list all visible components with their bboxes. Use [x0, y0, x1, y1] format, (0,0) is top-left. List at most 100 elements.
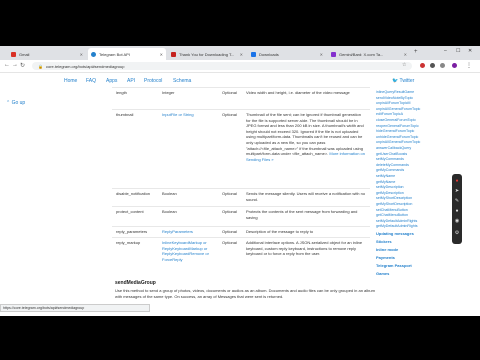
- table-row: disable_notification Boolean Optional Se…: [112, 188, 370, 207]
- sidebar-section-stickers[interactable]: Stickers: [376, 239, 392, 244]
- close-icon[interactable]: ✕: [320, 52, 323, 57]
- url-text: core.telegram.org/bots/api#sendmediagrou…: [45, 63, 125, 69]
- sidebar-item[interactable]: closeGeneralForumTopic: [376, 118, 416, 122]
- pen-icon[interactable]: ✎: [454, 198, 460, 204]
- close-icon[interactable]: ✕: [404, 52, 407, 57]
- sidebar-section-updating-messages[interactable]: Updating messages: [376, 231, 414, 236]
- window-close-button[interactable]: ✕: [468, 48, 472, 54]
- profile-avatar[interactable]: [452, 63, 457, 68]
- tab-label: Gmail: [19, 51, 30, 57]
- address-bar-row: ← → ↻ 🔒 core.telegram.org/bots/api#sendm…: [0, 60, 480, 73]
- param-description: Video width and height, i.e. diameter of…: [246, 90, 350, 95]
- browser-window: Gmail ✕ Telegram Bot API ✕ Thank You for…: [0, 46, 480, 316]
- sidebar-item[interactable]: hideGeneralForumTopic: [376, 129, 414, 133]
- url-bar[interactable]: 🔒 core.telegram.org/bots/api#sendmediagr…: [32, 62, 412, 70]
- new-tab-button[interactable]: +: [414, 49, 418, 55]
- sidebar-section-games[interactable]: Games: [376, 271, 389, 276]
- param-description: Sends the message silently. Users will r…: [246, 191, 366, 202]
- reload-icon[interactable]: ↻: [20, 62, 25, 69]
- close-icon[interactable]: ✕: [240, 52, 243, 57]
- param-required: Optional: [222, 112, 237, 117]
- sidebar-item[interactable]: getMyName: [376, 180, 395, 184]
- back-icon[interactable]: ←: [4, 62, 10, 68]
- minimize-button[interactable]: –: [444, 48, 447, 54]
- nav-schema[interactable]: Schema: [173, 78, 191, 84]
- nav-protocol[interactable]: Protocol: [144, 78, 162, 84]
- param-description: Description of the message to reply to: [246, 229, 314, 234]
- sidebar-item[interactable]: unpinAllGeneralForumTopic: [376, 107, 420, 111]
- camera-icon[interactable]: ◉: [454, 218, 460, 224]
- param-required: Optional: [222, 90, 237, 95]
- tab-label: Telegram Bot API: [99, 51, 130, 57]
- nav-faq[interactable]: FAQ: [86, 78, 96, 84]
- table-row: length Integer Optional Video width and …: [112, 87, 370, 110]
- settings-icon[interactable]: ⚙: [454, 230, 460, 236]
- param-name: length: [116, 90, 127, 95]
- param-description: Protects the contents of the sent messag…: [246, 209, 358, 220]
- sidebar-item[interactable]: getMyShortDescription: [376, 202, 412, 206]
- close-icon[interactable]: ✕: [160, 52, 163, 57]
- table-row: reply_markup InlineKeyboardMarkup or Rep…: [112, 237, 370, 266]
- sidebar-item[interactable]: getMyDefaultAdminRights: [376, 224, 418, 228]
- close-icon[interactable]: ✕: [80, 52, 83, 57]
- sidebar-item[interactable]: getChatMenuButton: [376, 213, 408, 217]
- param-type[interactable]: Integer: [162, 90, 220, 96]
- tab-gmail[interactable]: Gmail ✕: [8, 48, 86, 60]
- sidebar-section-inline-mode[interactable]: Inline mode: [376, 247, 398, 252]
- forward-icon[interactable]: →: [12, 62, 18, 68]
- param-description: Thumbnail of the file sent; can be ignor…: [246, 112, 366, 162]
- param-name: protect_content: [116, 209, 144, 214]
- nav-api[interactable]: API: [127, 78, 135, 84]
- nav-home[interactable]: Home: [64, 78, 77, 84]
- param-name: reply_parameters: [116, 229, 148, 234]
- go-up-link[interactable]: ⌃ Go up: [6, 100, 25, 106]
- twitter-link[interactable]: 🐦 Twitter: [392, 78, 414, 84]
- menu-icon[interactable]: ⋮: [466, 62, 472, 69]
- tab-gemini[interactable]: Gemini/Bard: X.com Ta... ✕: [328, 48, 410, 60]
- tab-thank-you[interactable]: Thank You for Downloading T... ✕: [168, 48, 246, 60]
- sidebar-item[interactable]: setMyShortDescription: [376, 196, 412, 200]
- record-icon[interactable]: ●: [454, 178, 460, 184]
- sidebar-item[interactable]: setChatMenuButton: [376, 208, 408, 212]
- sidebar-item[interactable]: unpinAllGeneralForumTopic: [376, 140, 420, 144]
- extension-icon[interactable]: [420, 63, 425, 68]
- sidebar-section-payments[interactable]: Payments: [376, 255, 395, 260]
- tab-downloads[interactable]: Downloads ✕: [248, 48, 326, 60]
- sidebar-item[interactable]: reopenGeneralForumTopic: [376, 124, 419, 128]
- maximize-button[interactable]: ☐: [456, 48, 460, 54]
- sidebar-item[interactable]: setMyDefaultAdminRights: [376, 219, 417, 223]
- cursor-icon[interactable]: ➤: [454, 188, 460, 194]
- gemini-icon: [331, 51, 336, 57]
- site-header: Home FAQ Apps API Protocol Schema 🐦 Twit…: [0, 73, 480, 87]
- sidebar-item[interactable]: getUserChatBoosts: [376, 152, 407, 156]
- param-description: Additional interface options. A JSON-ser…: [246, 240, 363, 257]
- microphone-icon[interactable]: ●: [454, 208, 460, 214]
- sidebar-item[interactable]: getMyCommands: [376, 168, 404, 172]
- sidebar-item[interactable]: unpinAllForumTopicM: [376, 101, 411, 105]
- nav-apps[interactable]: Apps: [106, 78, 117, 84]
- table-row: protect_content Boolean Optional Protect…: [112, 206, 370, 227]
- star-icon[interactable]: ☆: [402, 62, 406, 68]
- sidebar-item[interactable]: answerCallbackQuery: [376, 146, 411, 150]
- tab-telegram-bot-api[interactable]: Telegram Bot API ✕: [88, 48, 166, 60]
- sidebar-item[interactable]: setMyCommands: [376, 157, 404, 161]
- section-description: Use this method to send a group of photo…: [115, 288, 375, 299]
- sidebar-item[interactable]: sendVideoNoteByTopic: [376, 96, 413, 100]
- sidebar-item[interactable]: editForumTopicA: [376, 112, 403, 116]
- sidebar-item[interactable]: deleteMyCommands: [376, 163, 409, 167]
- sidebar-item[interactable]: setMyDescription: [376, 185, 404, 189]
- param-type[interactable]: InputFile or String: [162, 112, 220, 118]
- sidebar-section-telegram-passport[interactable]: Telegram Passport: [376, 263, 412, 268]
- sidebar-item[interactable]: unhideGeneralForumTopic: [376, 135, 418, 139]
- extensions-puzzle-icon[interactable]: [440, 63, 445, 68]
- param-type[interactable]: ReplyParameters: [162, 229, 220, 235]
- download-icon: [251, 51, 256, 57]
- sidebar-item[interactable]: getMyDescription: [376, 191, 404, 195]
- param-required: Optional: [222, 191, 237, 196]
- sidebar-item[interactable]: inlineQueryResultGame: [376, 90, 414, 94]
- param-type[interactable]: InlineKeyboardMarkup or ReplyKeyboardMar…: [162, 240, 220, 262]
- param-required: Optional: [222, 229, 237, 234]
- sidebar-item[interactable]: setMyName: [376, 174, 395, 178]
- extension-icon[interactable]: [430, 63, 435, 68]
- tab-label: Thank You for Downloading T...: [179, 51, 235, 57]
